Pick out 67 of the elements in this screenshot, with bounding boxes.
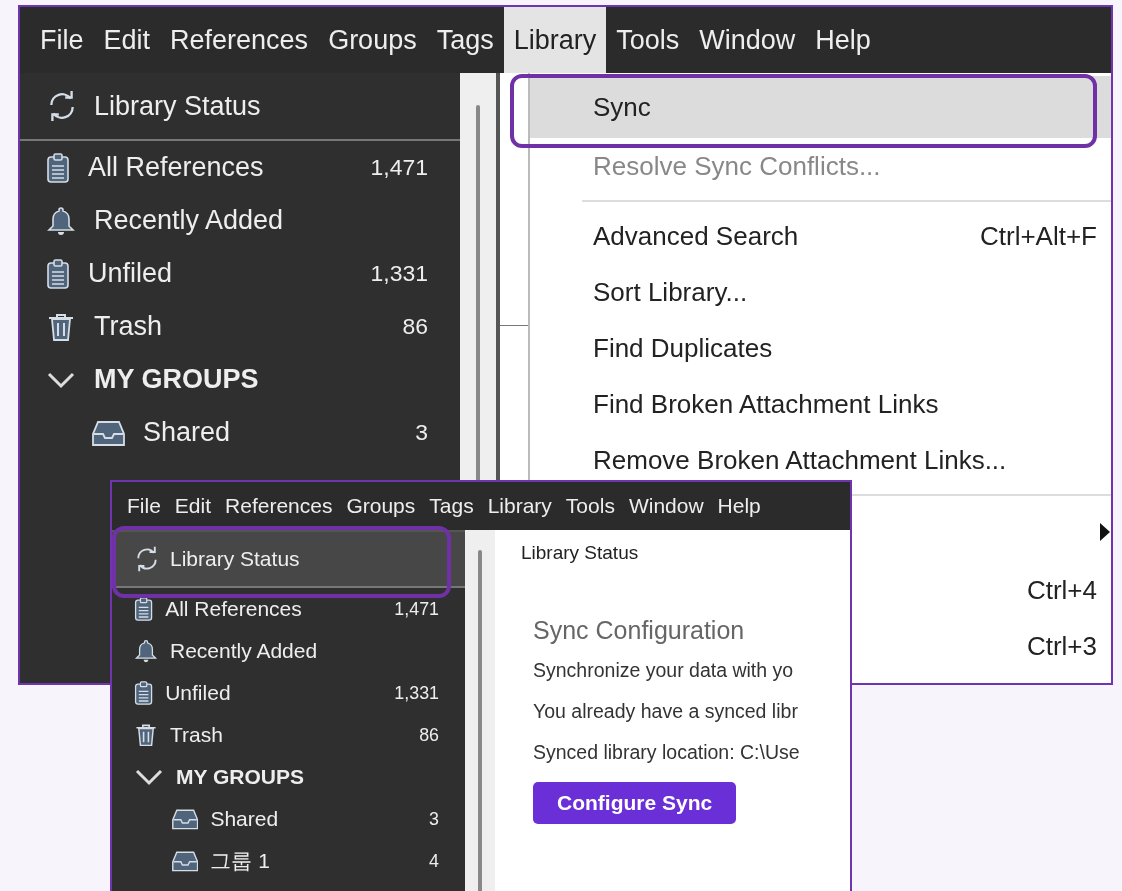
- section-header[interactable]: MY GROUPS: [176, 765, 439, 789]
- menu-bar-item[interactable]: Tags: [422, 482, 481, 530]
- menu-bar-item[interactable]: Edit: [167, 482, 219, 530]
- sidebar-item[interactable]: Recently Added: [94, 205, 428, 236]
- sidebar-item[interactable]: Trash: [170, 723, 408, 747]
- sidebar-item[interactable]: Unfiled: [165, 681, 383, 705]
- menu-item[interactable]: Sort Library...: [530, 264, 1111, 320]
- sidebar-item[interactable]: 그룹 1: [210, 847, 418, 875]
- menu-bar-item[interactable]: Help: [710, 482, 768, 530]
- sidebar-item[interactable]: Recently Added: [170, 639, 439, 663]
- menu-bar-item[interactable]: Help: [805, 7, 881, 73]
- menu-bar-item[interactable]: Library: [503, 7, 607, 73]
- sidebar-item[interactable]: Shared: [143, 417, 398, 448]
- item-count: 86: [419, 724, 439, 746]
- bell-icon: [134, 639, 158, 663]
- trash-icon: [46, 311, 76, 342]
- menu-bar-item[interactable]: Library: [480, 482, 559, 530]
- menu-bar-item[interactable]: References: [218, 482, 340, 530]
- item-count: 3: [429, 808, 439, 830]
- pane-title: Library Status: [521, 542, 640, 564]
- menu-bar-item[interactable]: References: [160, 7, 319, 73]
- sidebar-item[interactable]: All References: [88, 152, 353, 183]
- item-count: 1,471: [370, 154, 428, 181]
- sidebar-item[interactable]: Trash: [94, 311, 385, 342]
- sidebar-item[interactable]: All References: [165, 597, 383, 621]
- menu-item[interactable]: Find Broken Attachment Links: [530, 376, 1111, 432]
- info-text: Synchronize your data with yo: [532, 659, 795, 682]
- menu-bar-item[interactable]: File: [30, 7, 94, 73]
- menu-item[interactable]: Find Duplicates: [530, 320, 1111, 376]
- clipboard-icon: [46, 152, 70, 183]
- inbox-icon: [172, 807, 199, 831]
- item-count: 3: [415, 419, 428, 446]
- sync-icon: [134, 546, 160, 572]
- sidebar-item[interactable]: Shared: [210, 807, 418, 831]
- menu-bar-item[interactable]: Tags: [426, 7, 504, 73]
- menu-bar-item[interactable]: Groups: [339, 482, 423, 530]
- item-count: 1,331: [370, 260, 428, 287]
- menu-bar-item[interactable]: Window: [689, 7, 806, 73]
- inbox-icon: [172, 849, 199, 873]
- clipboard-icon: [134, 597, 154, 621]
- item-count: 1,471: [394, 598, 439, 620]
- menu-bar-item[interactable]: File: [120, 482, 168, 530]
- configure-sync-button[interactable]: Configure Sync: [533, 782, 737, 824]
- library-status-item[interactable]: Library Status: [112, 530, 465, 588]
- item-count: 86: [402, 313, 428, 340]
- trash-icon: [134, 723, 158, 747]
- item-count: 4: [429, 850, 439, 872]
- menu-bar-item[interactable]: Tools: [558, 482, 622, 530]
- section-heading: Sync Configuration: [532, 616, 746, 645]
- menu-bar-item[interactable]: Tools: [606, 7, 690, 73]
- scrollbar[interactable]: [465, 530, 495, 891]
- menu-item[interactable]: Advanced Search Ctrl+Alt+F: [530, 208, 1111, 264]
- submenu-arrow-icon[interactable]: [1099, 522, 1111, 542]
- item-count: 1,331: [394, 682, 439, 704]
- section-header[interactable]: MY GROUPS: [94, 364, 428, 395]
- clipboard-icon: [46, 258, 70, 289]
- sidebar-item[interactable]: Unfiled: [88, 258, 353, 289]
- info-text: You already have a synced libr: [532, 700, 799, 723]
- bell-icon: [46, 205, 76, 236]
- chevron-down-icon[interactable]: [46, 370, 76, 389]
- info-text: Synced library location: C:\Use: [532, 741, 801, 764]
- chevron-down-icon[interactable]: [134, 768, 164, 786]
- menu-bar-item[interactable]: Groups: [318, 7, 427, 73]
- clipboard-icon: [134, 681, 154, 705]
- menu-bar-item[interactable]: Edit: [93, 7, 161, 73]
- menu-item[interactable]: Sync: [530, 76, 1111, 138]
- menu-bar-item[interactable]: Window: [621, 482, 711, 530]
